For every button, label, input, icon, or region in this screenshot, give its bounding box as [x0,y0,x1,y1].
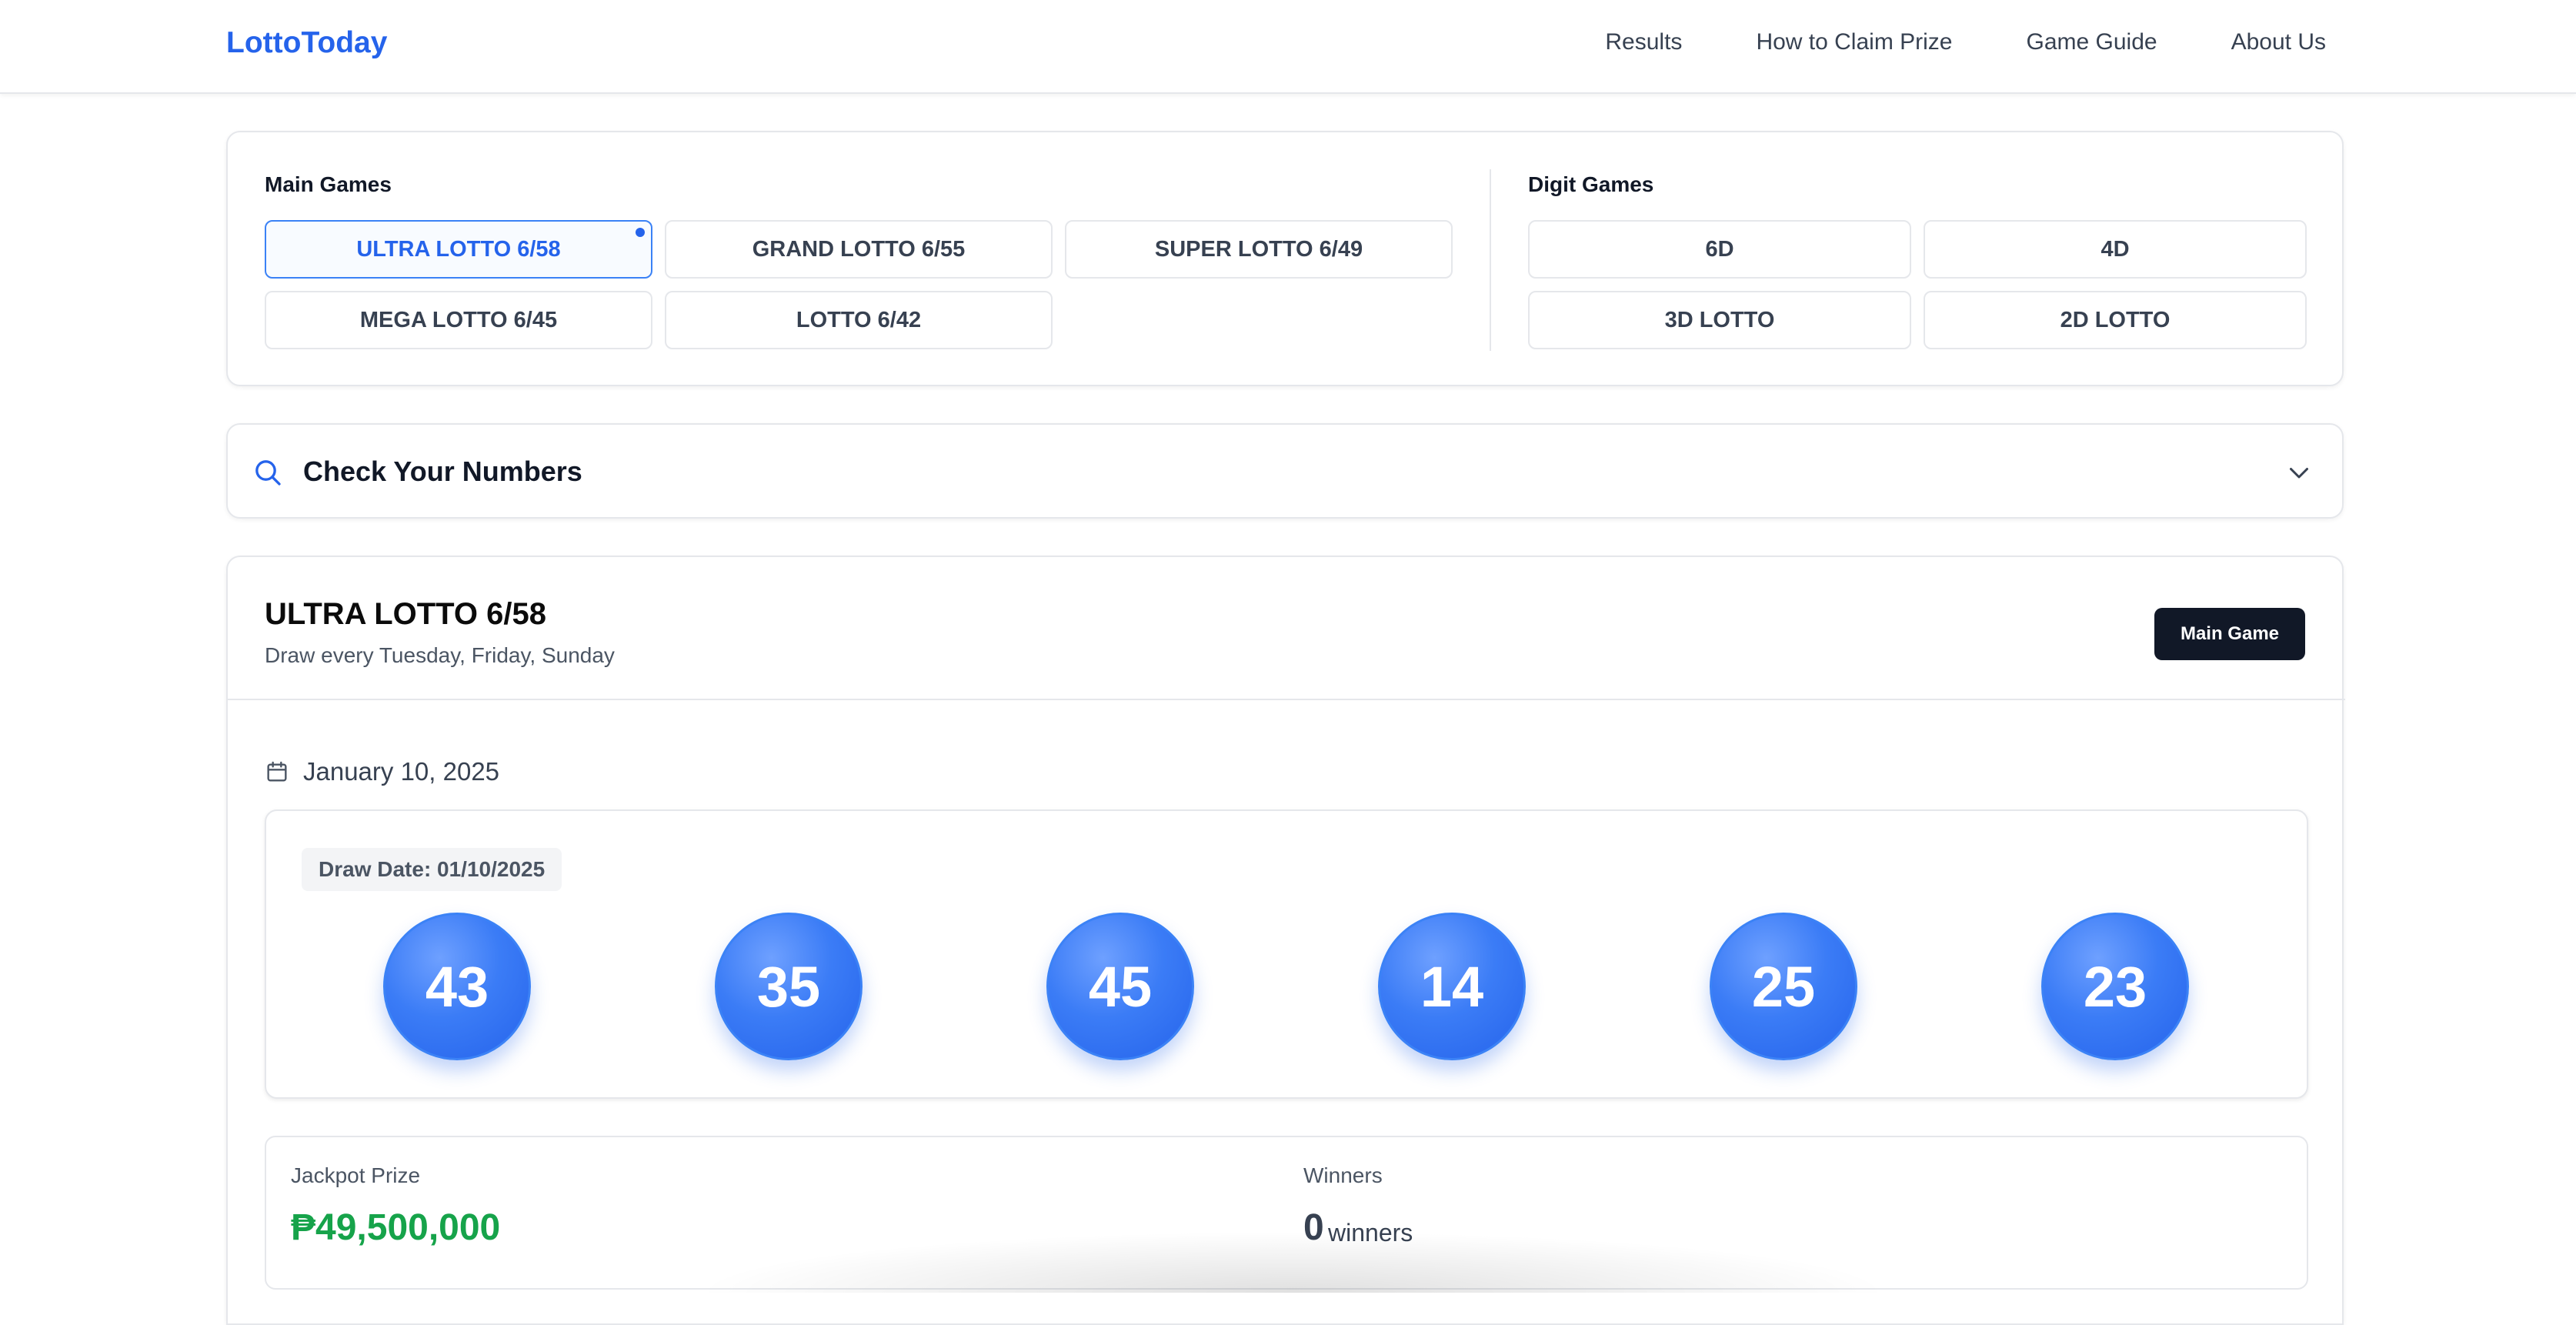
game-button-lotto-642[interactable]: LOTTO 6/42 [665,291,1053,349]
game-button-3d-lotto[interactable]: 3D LOTTO [1528,291,1911,349]
game-button-label: GRAND LOTTO 6/55 [752,236,966,262]
game-button-label: 6D [1705,236,1734,262]
site-logo[interactable]: LottoToday [226,26,387,60]
main-nav: Results How to Claim Prize Game Guide Ab… [1531,29,2326,55]
winners-count: 0 [1303,1207,1324,1248]
result-game-title: ULTRA LOTTO 6/58 [265,597,546,631]
game-button-label: MEGA LOTTO 6/45 [359,307,558,332]
digit-games-title: Digit Games [1528,172,1654,196]
check-numbers-accordion[interactable]: Check Your Numbers [226,423,2344,519]
game-button-4d[interactable]: 4D [1924,220,2307,279]
draw-date-chip: Draw Date: 01/10/2025 [302,848,562,891]
winners-label: Winners [1303,1163,1383,1187]
jackpot-label: Jackpot Prize [291,1163,421,1187]
draw-schedule: Draw every Tuesday, Friday, Sunday [265,643,615,667]
game-button-6d[interactable]: 6D [1528,220,1911,279]
number-ball: 35 [715,913,863,1060]
number-ball: 25 [1710,913,1857,1060]
game-button-label: 4D [2101,236,2130,262]
result-card: ULTRA LOTTO 6/58 Draw every Tuesday, Fri… [226,556,2345,1325]
number-ball: 14 [1378,913,1526,1060]
number-ball: 23 [2041,913,2189,1060]
game-button-super-lotto-649[interactable]: SUPER LOTTO 6/49 [1065,220,1453,279]
number-ball: 45 [1046,913,1194,1060]
winners-unit: winners [1328,1219,1413,1247]
game-button-label: 3D LOTTO [1664,307,1775,332]
draw-date-text: January 10, 2025 [303,757,500,786]
game-button-grand-lotto-655[interactable]: GRAND LOTTO 6/55 [665,220,1053,279]
top-navbar: LottoToday Results How to Claim Prize Ga… [0,0,2576,94]
prize-summary-box: Jackpot Prize ₱49,500,000 Winners 0 winn… [265,1136,2308,1290]
game-button-label: ULTRA LOTTO 6/58 [356,236,561,262]
calendar-icon [267,761,287,782]
game-selector-card: Main Games ULTRA LOTTO 6/58 GRAND LOTTO … [226,131,2344,386]
nav-about-us[interactable]: About Us [2231,29,2326,55]
game-button-label: SUPER LOTTO 6/49 [1154,236,1363,262]
game-button-mega-lotto-645[interactable]: MEGA LOTTO 6/45 [265,291,652,349]
game-button-ultra-lotto-658[interactable]: ULTRA LOTTO 6/58 [265,220,652,279]
selector-divider [1490,169,1491,351]
game-button-2d-lotto[interactable]: 2D LOTTO [1924,291,2307,349]
jackpot-value: ₱49,500,000 [291,1207,501,1248]
nav-game-guide[interactable]: Game Guide [2027,29,2157,55]
winning-numbers-box: Draw Date: 01/10/2025 43 35 45 14 25 23 [265,809,2308,1099]
game-button-label: 2D LOTTO [2060,307,2171,332]
main-games-title: Main Games [265,172,392,196]
chevron-down-icon[interactable] [2285,459,2313,486]
active-indicator-dot [636,228,645,237]
check-numbers-title: Check Your Numbers [303,456,582,487]
nav-results[interactable]: Results [1605,29,1682,55]
game-button-label: LOTTO 6/42 [796,307,922,332]
result-header-divider [228,699,2345,700]
nav-how-to-claim[interactable]: How to Claim Prize [1756,29,1952,55]
search-icon [255,460,281,486]
number-ball: 43 [383,913,531,1060]
main-game-badge: Main Game [2154,608,2305,660]
draw-date-row: January 10, 2025 [265,757,499,786]
